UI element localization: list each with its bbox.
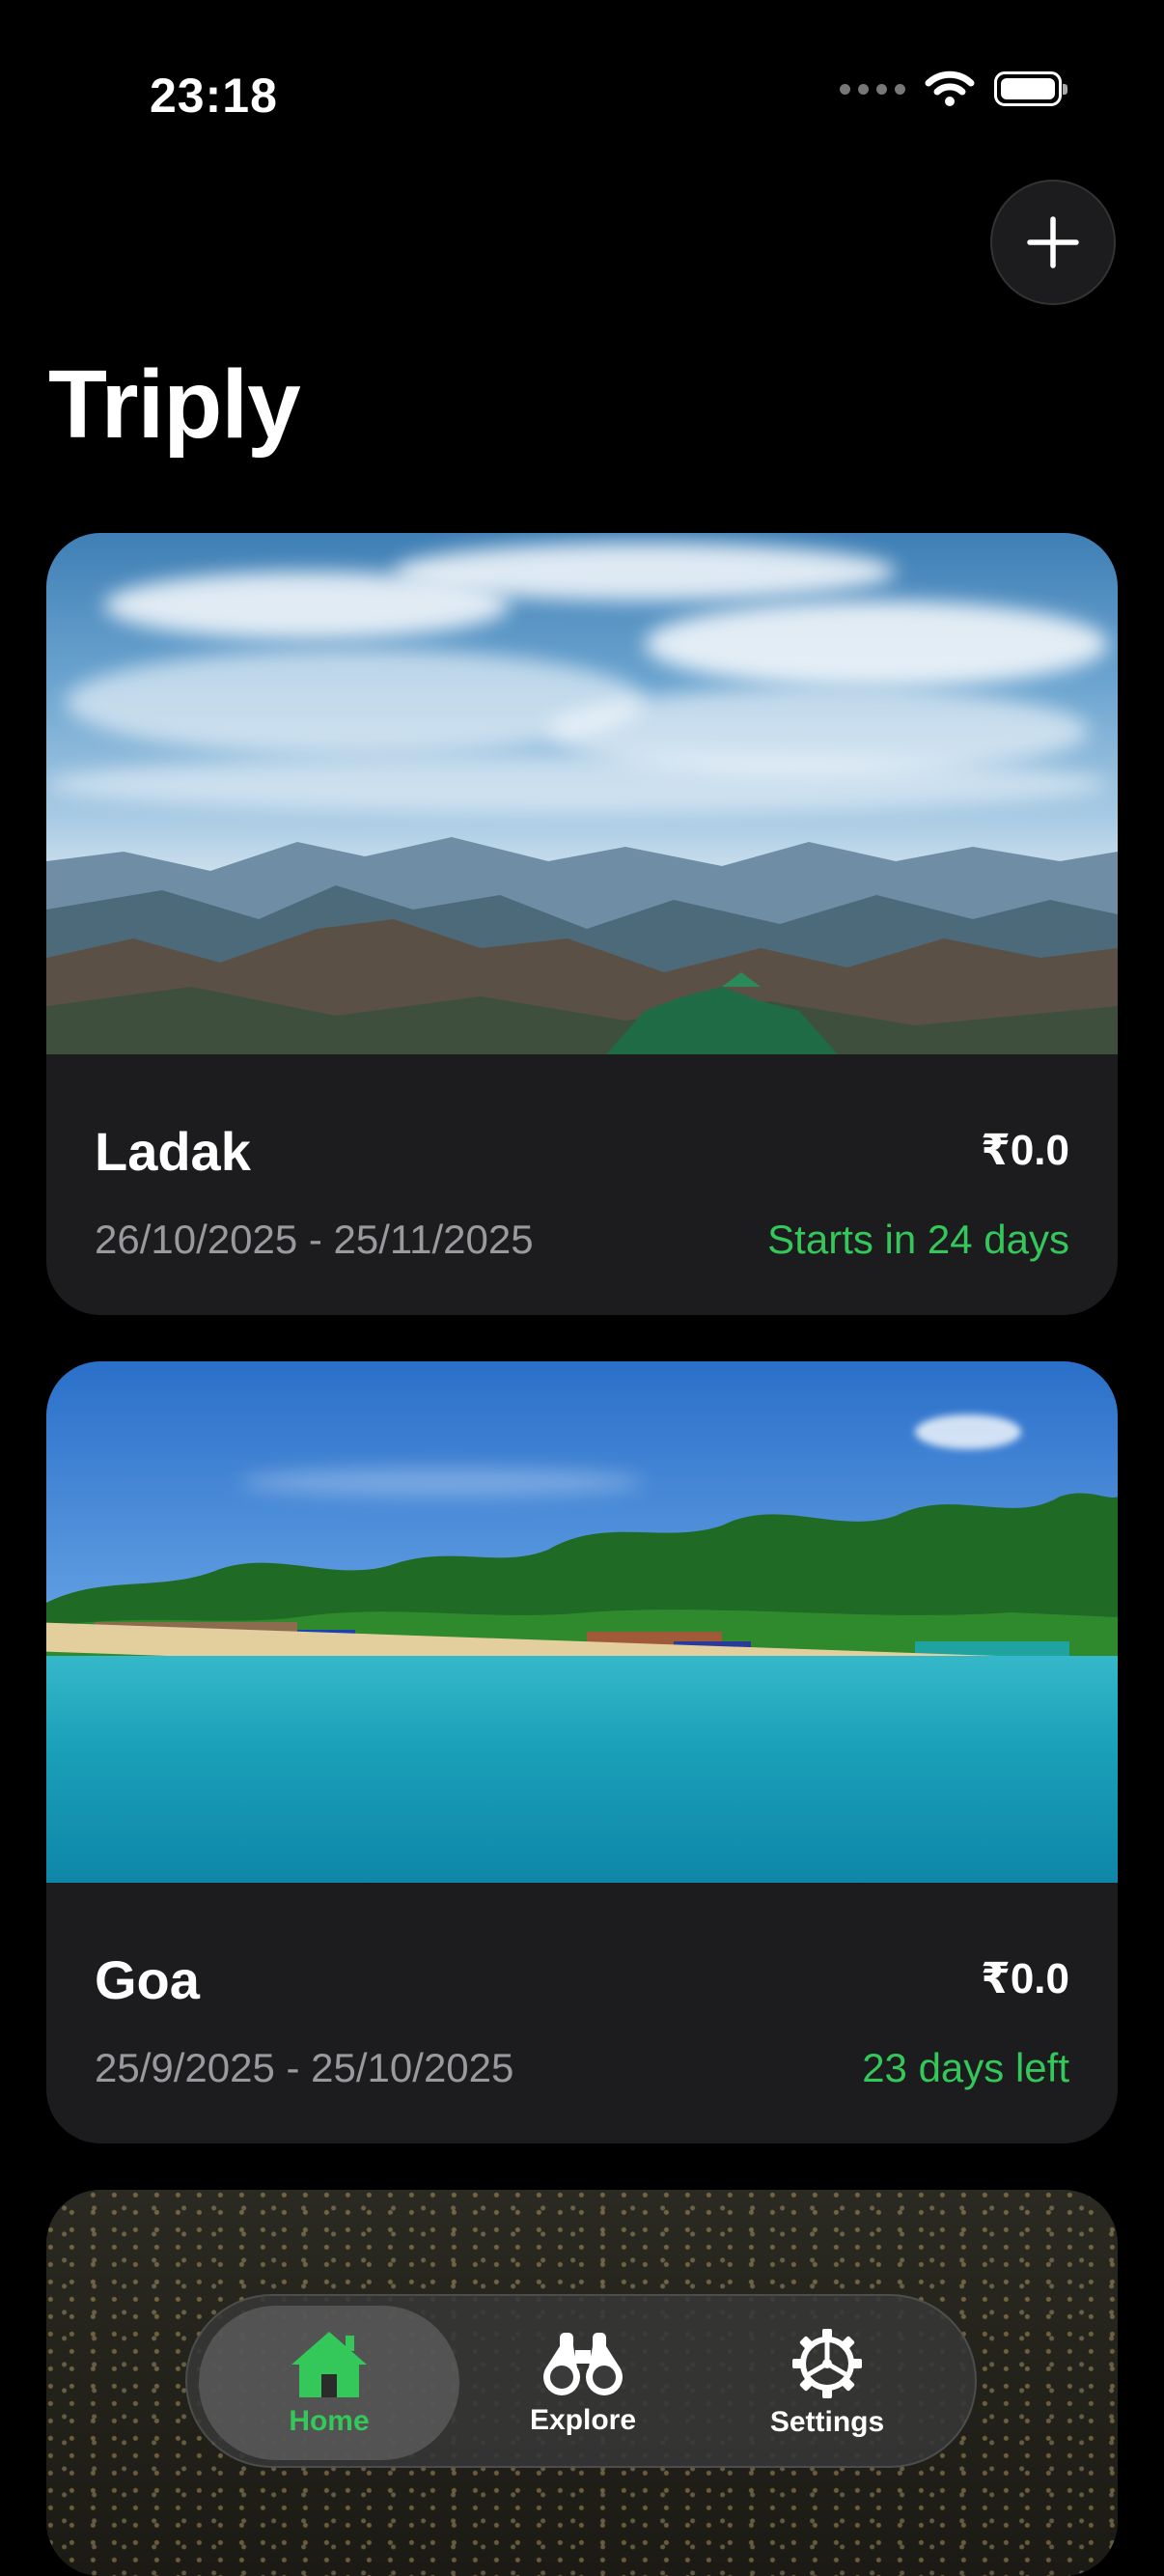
gear-icon [792, 2329, 862, 2398]
wifi-icon [925, 70, 975, 106]
trip-dates: 25/9/2025 - 25/10/2025 [95, 2045, 514, 2090]
tab-settings[interactable]: Settings [697, 2306, 957, 2460]
page-title: Triply [48, 350, 301, 459]
trip-image-goa [46, 1361, 1118, 1883]
trip-status: 23 days left [862, 2045, 1069, 2090]
battery-icon [994, 71, 1067, 106]
tab-label: Settings [769, 2406, 885, 2438]
add-trip-button[interactable] [990, 180, 1116, 305]
status-time: 23:18 [150, 69, 278, 123]
tab-bar: Home Explore Settings [185, 2294, 977, 2468]
binoculars-icon [543, 2333, 623, 2395]
tab-explore[interactable]: Explore [453, 2306, 713, 2460]
cellular-signal-icon [840, 83, 905, 95]
trip-name: Ladak [95, 1121, 251, 1182]
tab-label: Explore [529, 2404, 637, 2436]
trip-image-ladak [46, 533, 1118, 1054]
tab-label: Home [289, 2405, 370, 2437]
trip-card-ladak[interactable]: Ladak ₹0.0 26/10/2025 - 25/11/2025 Start… [46, 533, 1118, 1315]
trip-cost: ₹0.0 [981, 1127, 1069, 1174]
trip-info: Goa ₹0.0 25/9/2025 - 25/10/2025 23 days … [46, 1883, 1118, 2143]
trip-name: Goa [95, 1949, 200, 2010]
plus-icon [1027, 216, 1079, 268]
tab-home[interactable]: Home [199, 2306, 459, 2460]
house-icon [291, 2332, 367, 2397]
trip-info: Ladak ₹0.0 26/10/2025 - 25/11/2025 Start… [46, 1054, 1118, 1315]
status-icons [840, 70, 1067, 108]
trip-card-goa[interactable]: Goa ₹0.0 25/9/2025 - 25/10/2025 23 days … [46, 1361, 1118, 2143]
trip-cost: ₹0.0 [981, 1955, 1069, 2002]
trip-status: Starts in 24 days [767, 1217, 1069, 1262]
trip-dates: 26/10/2025 - 25/11/2025 [95, 1217, 534, 1262]
